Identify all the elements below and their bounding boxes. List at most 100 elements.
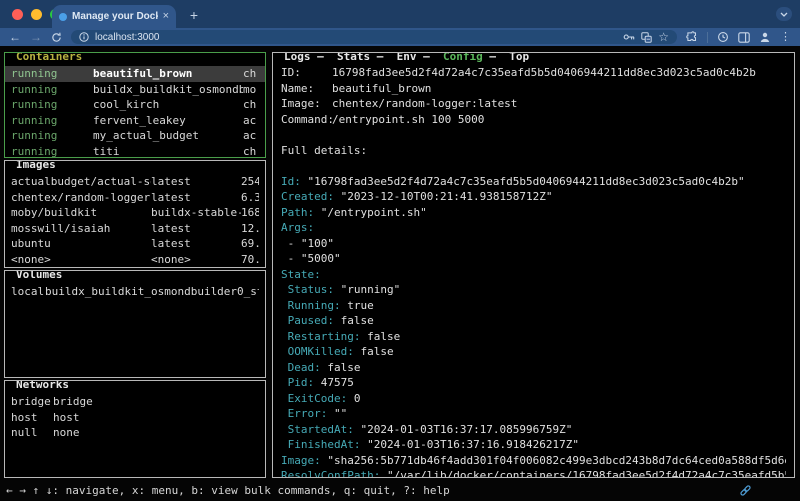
container-row[interactable]: running buildx_buildkit_osmondbuilder0 m… — [5, 82, 265, 98]
container-row[interactable]: running beautiful_brown ch — [5, 66, 265, 82]
container-row[interactable]: running titi ch — [5, 144, 265, 159]
detail-tab[interactable]: Config — [417, 52, 483, 63]
network-driver: none — [53, 425, 259, 441]
network-name: null — [11, 425, 53, 441]
container-name: titi — [93, 144, 243, 159]
detail-tab[interactable]: Env — [370, 52, 416, 63]
volume-name: buildx_buildkit_osmondbuilder0_state — [45, 284, 259, 300]
image-row[interactable]: mosswill/isaiah latest 12.58M — [5, 221, 265, 237]
kebab-menu-icon[interactable]: ⋮ — [780, 32, 791, 43]
container-name: beautiful_brown — [93, 66, 243, 82]
detail-value: 47575 — [314, 376, 354, 389]
profile-avatar-icon[interactable] — [759, 31, 771, 43]
detail-body: ID: 16798fad3ee5d2f4d72a4c7c35eafd5b5d04… — [273, 53, 794, 478]
image-tag: <none> — [151, 252, 241, 268]
tab-search-chevron-icon[interactable] — [776, 7, 792, 21]
detail-tab[interactable]: Top — [483, 52, 529, 63]
detail-value: 0 — [347, 392, 360, 405]
detail-key: Image: — [281, 454, 321, 467]
detail-key: Restarting: — [281, 330, 360, 343]
back-icon[interactable]: ← — [9, 31, 21, 43]
bookmark-star-icon[interactable]: ☆ — [658, 31, 669, 43]
tab-strip: Manage your Docker fleet wi × + — [0, 0, 800, 28]
detail-value: "/var/lib/docker/containers/16798fad3ee5… — [380, 469, 786, 478]
blank-line — [281, 127, 786, 143]
sync-circle-icon[interactable] — [717, 31, 729, 43]
detail-value: - "5000" — [281, 252, 341, 265]
volumes-panel-title: Volumes — [13, 270, 65, 281]
detail-key: ResolvConfPath: — [281, 469, 380, 478]
detail-key: Pid: — [281, 376, 314, 389]
summary-value: chentex/random-logger:latest — [332, 96, 786, 112]
detail-lines: Id: "16798fad3ee5d2f4d72a4c7c35eafd5b5d0… — [281, 174, 786, 479]
image-size: 168.13 — [241, 205, 259, 221]
image-size: 12.58M — [241, 221, 259, 237]
reload-icon[interactable] — [51, 32, 62, 43]
new-tab-button[interactable]: + — [186, 8, 202, 24]
image-name: ubuntu — [11, 236, 151, 252]
network-row[interactable]: host host — [5, 410, 265, 426]
summary-value: /entrypoint.sh 100 5000 — [332, 112, 786, 128]
summary-line: ID: 16798fad3ee5d2f4d72a4c7c35eafd5b5d04… — [281, 65, 786, 81]
remote-link-icon[interactable] — [739, 484, 752, 497]
site-info-icon[interactable] — [79, 32, 89, 42]
detail-tab[interactable]: Stats — [311, 52, 371, 63]
detail-value: "2023-12-10T00:21:41.938158712Z" — [334, 190, 553, 203]
detail-value: false — [360, 330, 400, 343]
detail-line: State: — [281, 267, 786, 283]
detail-key: Status: — [281, 283, 334, 296]
container-name: buildx_buildkit_osmondbuilder0 — [93, 82, 243, 98]
tab-close-icon[interactable]: × — [163, 11, 169, 22]
image-row[interactable]: ubuntu latest 69.27M — [5, 236, 265, 252]
detail-line: - "5000" — [281, 251, 786, 267]
detail-line: OOMKilled: false — [281, 344, 786, 360]
network-row[interactable]: null none — [5, 425, 265, 441]
networks-panel-title: Networks — [13, 380, 72, 391]
detail-tabs: Logs Stats Env Config Top — [281, 52, 532, 63]
password-key-icon[interactable] — [623, 32, 635, 42]
browser-tab[interactable]: Manage your Docker fleet wi × — [52, 5, 176, 28]
detail-line: Id: "16798fad3ee5d2f4d72a4c7c35eafd5b5d0… — [281, 174, 786, 190]
detail-value: false — [321, 361, 361, 374]
keybinding-hints: ← → ↑ ↓: navigate, x: menu, b: view bulk… — [6, 484, 450, 497]
container-state: running — [11, 82, 93, 98]
status-bar: ← → ↑ ↓: navigate, x: menu, b: view bulk… — [0, 482, 800, 498]
volume-driver: local — [11, 284, 45, 300]
image-row[interactable]: chentex/random-logger latest 6.36MB — [5, 190, 265, 206]
address-bar[interactable]: localhost:3000 ☆ — [71, 30, 677, 44]
container-row[interactable]: running my_actual_budget ac — [5, 128, 265, 144]
images-panel-title: Images — [13, 160, 59, 171]
detail-line: StartedAt: "2024-01-03T16:37:17.08599675… — [281, 422, 786, 438]
detail-key: State: — [281, 268, 321, 281]
summary-label: Image: — [281, 96, 332, 112]
image-row[interactable]: moby/buildkit buildx-stable-1 168.13 — [5, 205, 265, 221]
url-text[interactable]: localhost:3000 — [95, 32, 160, 43]
container-state: running — [11, 144, 93, 159]
close-window-button[interactable] — [12, 9, 23, 20]
minimize-window-button[interactable] — [31, 9, 42, 20]
image-row[interactable]: <none> <none> 70.73M — [5, 252, 265, 268]
detail-key: OOMKilled: — [281, 345, 354, 358]
container-row[interactable]: running fervent_leakey ac — [5, 113, 265, 129]
detail-tab[interactable]: Logs — [284, 52, 311, 63]
container-name: fervent_leakey — [93, 113, 243, 129]
detail-key: ExitCode: — [281, 392, 347, 405]
network-name: host — [11, 410, 53, 426]
image-name: actualbudget/actual-server — [11, 174, 151, 190]
network-row[interactable]: bridge bridge — [5, 394, 265, 410]
translate-icon[interactable] — [641, 32, 652, 43]
container-state: running — [11, 97, 93, 113]
browser-chrome: Manage your Docker fleet wi × + ← → loca… — [0, 0, 800, 46]
detail-line: Status: "running" — [281, 282, 786, 298]
forward-icon[interactable]: → — [30, 31, 42, 43]
image-name: chentex/random-logger — [11, 190, 151, 206]
image-row[interactable]: actualbudget/actual-server latest 254.96 — [5, 174, 265, 190]
container-row[interactable]: running cool_kirch ch — [5, 97, 265, 113]
blank-line — [281, 158, 786, 174]
extensions-puzzle-icon[interactable] — [686, 31, 698, 43]
volume-row[interactable]: local buildx_buildkit_osmondbuilder0_sta… — [5, 284, 265, 300]
container-name: cool_kirch — [93, 97, 243, 113]
summary-label: Name: — [281, 81, 332, 97]
toolbar-separator — [707, 32, 708, 43]
side-panel-icon[interactable] — [738, 32, 750, 43]
